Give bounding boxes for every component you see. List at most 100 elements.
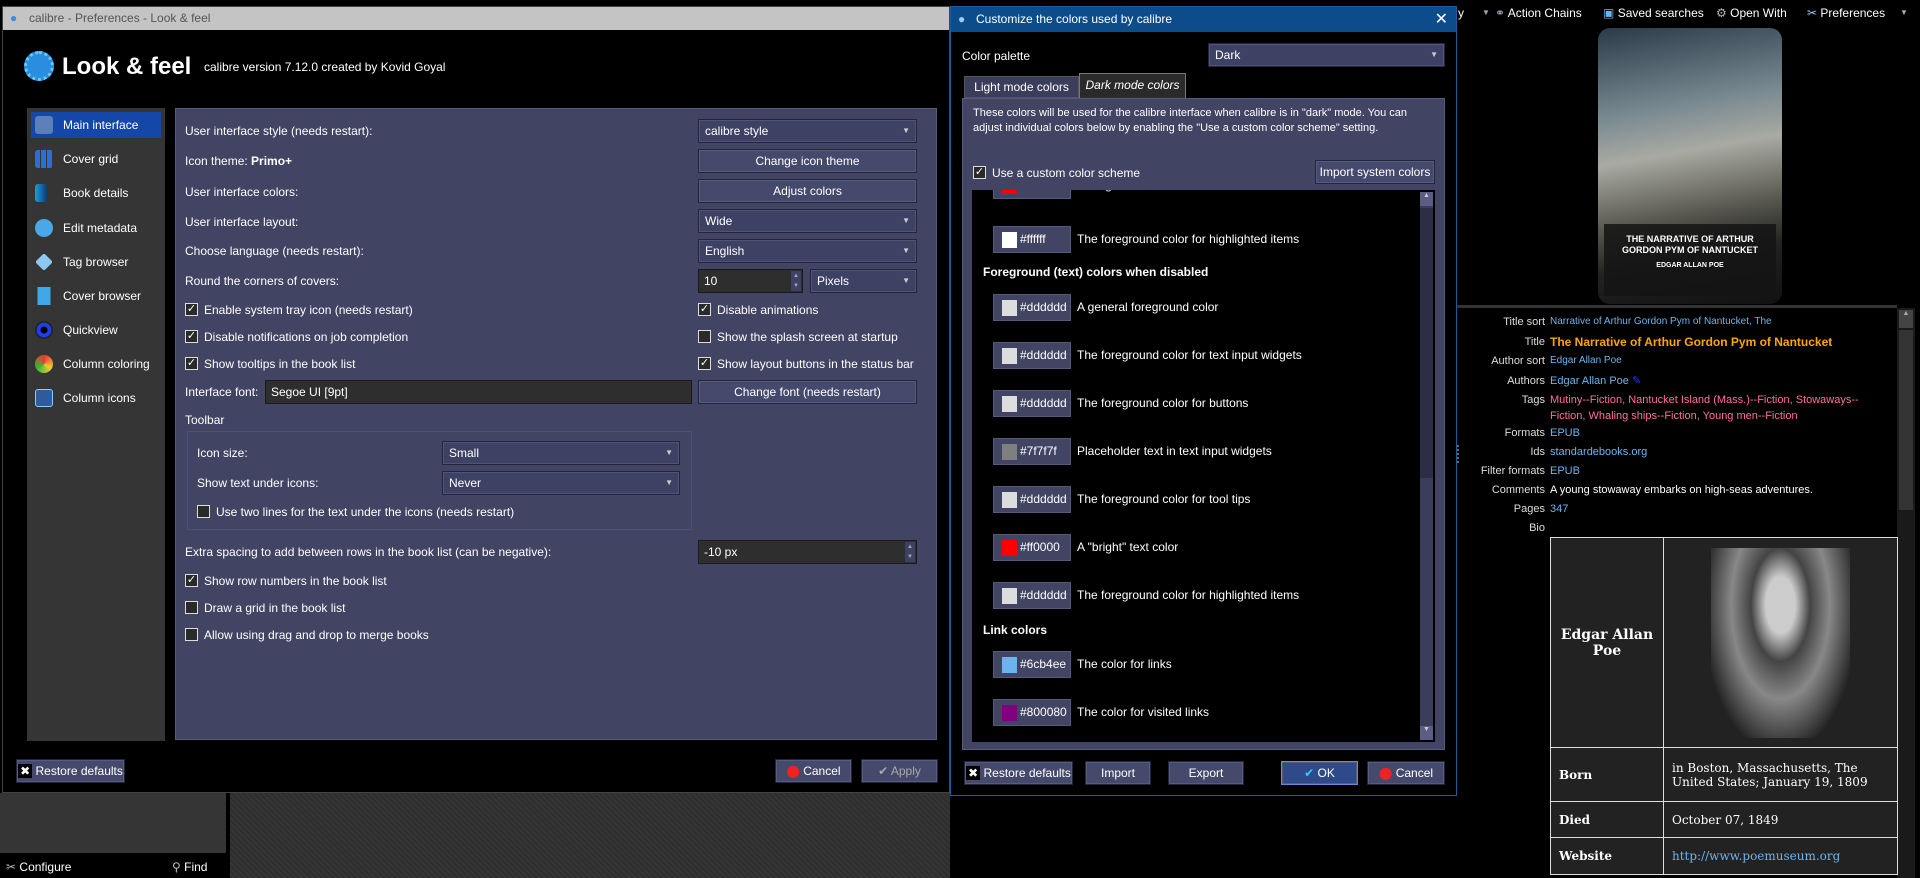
toolbar-partial-label[interactable]: y (1458, 4, 1464, 22)
checkbox[interactable]: ✓ (973, 166, 986, 179)
checkbox[interactable]: ✓ (185, 303, 198, 316)
color-list-scrollbar[interactable]: ▲ ▼ (1420, 192, 1433, 740)
tags-line-2[interactable]: Fiction, Whaling ships--Fiction, Young m… (1550, 407, 1798, 425)
ok-button[interactable]: ✔ OK (1281, 761, 1358, 785)
adjust-colors-button[interactable]: Adjust colors (698, 179, 917, 203)
colors-dialog-title-bar[interactable]: ● Customize the colors used by calibre ✕ (951, 7, 1456, 32)
color-swatch-button[interactable]: #dddddd (993, 342, 1071, 369)
toolbar-overflow-chevron-icon[interactable]: ▼ (1900, 4, 1908, 22)
pages-value[interactable]: 347 (1550, 500, 1568, 518)
window-icon (35, 116, 53, 134)
spin-arrows-icon[interactable]: ▲ ▼ (905, 542, 915, 562)
paint-palette-icon (35, 355, 53, 373)
color-swatch-button[interactable]: #dddddd (993, 294, 1071, 321)
color-palette-select[interactable]: Dark ▼ (1208, 43, 1445, 67)
sidebar-item-tag-browser[interactable]: Tag browser (31, 249, 161, 275)
ui-colors-label: User interface colors: (185, 185, 299, 199)
tab-dark-mode[interactable]: Dark mode colors (1079, 73, 1186, 98)
colors-cancel-button[interactable]: ⬤ Cancel (1367, 761, 1445, 785)
import-button[interactable]: Import (1085, 761, 1151, 785)
author-sort-value[interactable]: Edgar Allan Poe (1550, 352, 1622, 370)
round-corners-spinbox[interactable]: 10 ▲ ▼ (698, 269, 803, 293)
color-swatch-button[interactable]: #dddddd (993, 582, 1071, 609)
action-chains-button[interactable]: ⚭ Action Chains (1495, 4, 1582, 22)
configure-button[interactable]: ✂ Configure (6, 859, 71, 875)
color-swatch-button[interactable]: #ffffff (993, 226, 1071, 253)
checkbox[interactable]: ✓ (185, 574, 198, 587)
spin-arrows-icon[interactable]: ▲ ▼ (791, 271, 801, 291)
open-with-button[interactable]: ⚙ Open With (1716, 4, 1787, 22)
formats-value[interactable]: EPUB (1550, 424, 1580, 442)
change-font-button[interactable]: Change font (needs restart) (698, 380, 917, 404)
export-button[interactable]: Export (1168, 761, 1244, 785)
tab-light-mode[interactable]: Light mode colors (964, 76, 1079, 98)
checkbox[interactable] (698, 330, 711, 343)
text-under-icons-select[interactable]: Never ▼ (442, 471, 680, 495)
filter-formats-value[interactable]: EPUB (1550, 462, 1580, 480)
sidebar-item-main-interface[interactable]: Main interface (31, 112, 161, 138)
layout-select[interactable]: Wide ▼ (698, 209, 917, 233)
checkbox[interactable] (185, 628, 198, 641)
row-spacing-spinbox[interactable]: -10 px ▲ ▼ (698, 540, 917, 564)
preferences-button[interactable]: ✂ Preferences (1807, 4, 1885, 22)
interface-font-field[interactable]: Segoe UI [9pt] (265, 380, 692, 404)
chevron-down-icon[interactable]: ▼ (1482, 4, 1490, 22)
checkbox[interactable]: ✓ (698, 303, 711, 316)
title-value: The Narrative of Arthur Gordon Pym of Na… (1550, 335, 1833, 349)
checkbox[interactable]: ✓ (185, 357, 198, 370)
cover-flow-icon (35, 287, 53, 305)
colors-restore-defaults-button[interactable]: ✖ Restore defaults (964, 761, 1073, 785)
restore-defaults-button[interactable]: ✖ Restore defaults (16, 759, 125, 783)
change-icon-theme-button[interactable]: Change icon theme (698, 149, 917, 173)
sidebar-item-cover-browser[interactable]: Cover browser (31, 283, 161, 309)
ids-value[interactable]: standardebooks.org (1550, 443, 1647, 461)
language-label: Choose language (needs restart): (185, 244, 364, 258)
color-swatch-button[interactable]: #dddddd (993, 390, 1071, 417)
apply-button[interactable]: ✔ Apply (861, 759, 938, 783)
color-swatch-button[interactable]: #ff0000 (993, 534, 1071, 561)
close-icon[interactable]: ✕ (1435, 7, 1448, 32)
import-system-colors-button[interactable]: Import system colors (1315, 160, 1435, 184)
website-link[interactable]: http://www.poemuseum.org (1663, 837, 1898, 875)
sidebar-item-column-coloring[interactable]: Column coloring (31, 351, 161, 377)
color-swatch-button[interactable]: #6cb4ee (993, 651, 1071, 678)
checkbox[interactable] (185, 601, 198, 614)
cancel-button[interactable]: ⬤ Cancel (775, 759, 852, 783)
color-description: The foreground color for text input widg… (1077, 348, 1302, 362)
color-swatch-button[interactable]: #7f7f7f (993, 438, 1071, 465)
splitter-vertical-handle[interactable] (1457, 445, 1460, 463)
section-heading-disabled: Foreground (text) colors when disabled (983, 265, 1209, 279)
chevron-down-icon: ▼ (665, 478, 673, 487)
saved-searches-button[interactable]: ▣ Saved searches (1603, 4, 1704, 22)
author-sort-label: Author sort (1491, 355, 1545, 367)
search-icon: ⚲ (172, 860, 181, 874)
checkbox[interactable] (197, 505, 210, 518)
language-select[interactable]: English ▼ (698, 239, 917, 263)
splitter-handle[interactable] (1457, 305, 1897, 308)
icon-size-select[interactable]: Small ▼ (442, 441, 680, 465)
interface-font-label: Interface font: (185, 385, 259, 399)
edit-pencil-icon[interactable]: ✎ (1632, 375, 1641, 387)
wrench-icon: ✂ (6, 860, 17, 874)
sidebar-item-edit-metadata[interactable]: Edit metadata (31, 215, 161, 241)
sidebar-item-cover-grid[interactable]: Cover grid (31, 146, 161, 172)
sidebar-item-column-icons[interactable]: Column icons (31, 385, 161, 411)
sidebar-item-quickview[interactable]: Quickview (31, 317, 161, 343)
round-unit-select[interactable]: Pixels ▼ (810, 269, 917, 293)
title-sort-value[interactable]: Narrative of Arthur Gordon Pym of Nantuc… (1550, 313, 1772, 331)
preferences-title-bar[interactable]: ● calibre - Preferences - Look & feel (3, 7, 949, 30)
color-swatch-button[interactable]: #dddddd (993, 486, 1071, 513)
checkbox[interactable]: ✓ (698, 357, 711, 370)
ui-style-select[interactable]: calibre style ▼ (698, 119, 917, 143)
sidebar-item-book-details[interactable]: Book details (31, 180, 161, 206)
checkbox[interactable]: ✓ (185, 330, 198, 343)
authors-value[interactable]: Edgar Allan Poe ✎ (1550, 372, 1641, 390)
details-scrollbar[interactable]: ▲ (1897, 308, 1915, 878)
book-list-area (230, 793, 950, 878)
book-cover[interactable]: THE NARRATIVE OF ARTHUR GORDON PYM OF NA… (1598, 28, 1782, 304)
color-description: A general foreground color (1077, 300, 1219, 314)
find-button[interactable]: ⚲ Find (172, 859, 207, 875)
color-swatch-button[interactable]: #800080 (993, 699, 1071, 726)
title-label: Title (1524, 336, 1545, 348)
ui-style-label: User interface style (needs restart): (185, 124, 373, 138)
